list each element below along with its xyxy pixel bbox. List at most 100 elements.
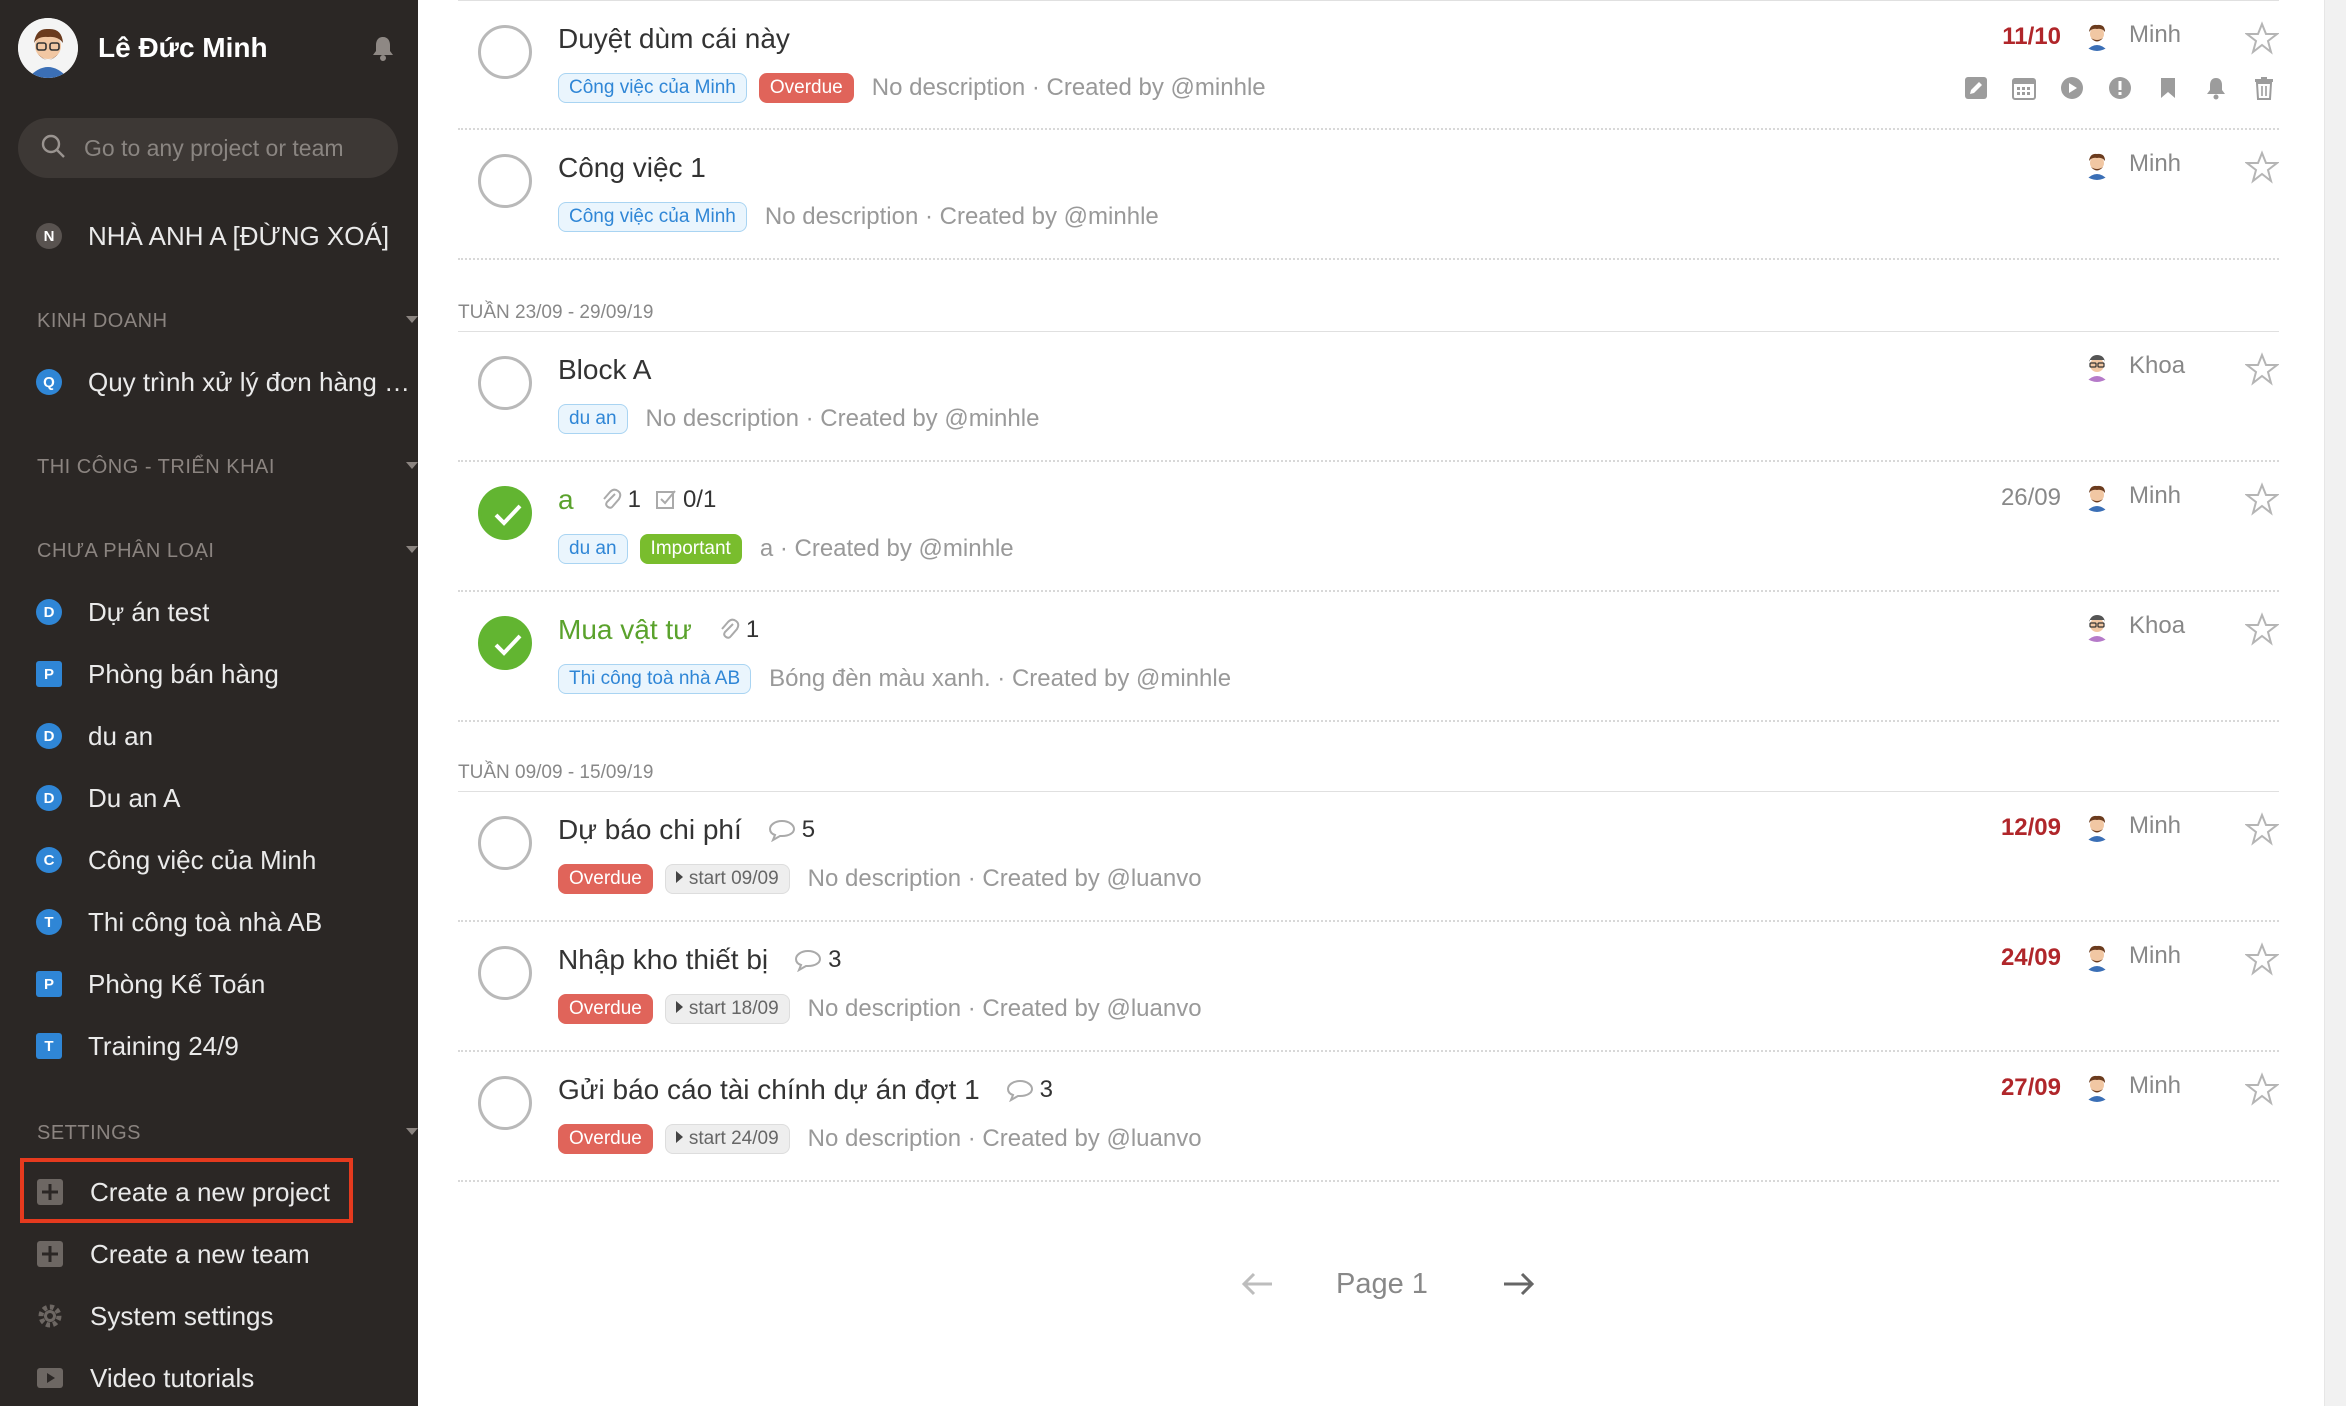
star-icon[interactable]	[2244, 352, 2280, 386]
edit-icon[interactable]	[1961, 73, 1991, 103]
complete-checkbox[interactable]	[478, 25, 532, 79]
trash-icon[interactable]	[2249, 73, 2279, 103]
task-description: No description · Created by @minhle	[645, 405, 1040, 432]
video-icon	[36, 1364, 64, 1392]
scrollbar[interactable]	[2324, 0, 2346, 1406]
task-row[interactable]: a 1 0/1 du an Important a · Created by @…	[458, 462, 2280, 592]
section-thi-cong[interactable]: THI CÔNG - TRIỂN KHAI	[37, 456, 418, 479]
next-page-arrow-icon[interactable]	[1498, 1264, 1538, 1304]
alert-icon[interactable]	[2105, 73, 2135, 103]
due-date[interactable]: 12/09	[2001, 814, 2061, 842]
important-tag: Important	[639, 534, 742, 564]
complete-checkbox[interactable]	[478, 1076, 532, 1130]
task-title[interactable]: Gửi báo cáo tài chính dự án đợt 1 3	[558, 1074, 1053, 1106]
prev-page-arrow-icon[interactable]	[1238, 1264, 1278, 1304]
sidebar-item-project[interactable]: D Dự án test	[36, 592, 418, 632]
task-row[interactable]: Block A du an No description · Created b…	[458, 332, 2280, 462]
chevron-down-icon[interactable]	[406, 546, 418, 553]
user-avatar[interactable]	[18, 18, 78, 78]
project-tag[interactable]: du an	[558, 404, 628, 434]
assignee-name: Minh	[2129, 21, 2182, 48]
due-date[interactable]: 26/09	[2001, 484, 2061, 512]
star-icon[interactable]	[2244, 21, 2280, 55]
assignee-name: Minh	[2129, 942, 2182, 969]
bell-icon[interactable]	[2201, 73, 2231, 103]
sidebar-item-top[interactable]: N NHÀ ANH A [ĐỪNG XOÁ]	[36, 216, 418, 256]
star-icon[interactable]	[2244, 812, 2280, 846]
task-row[interactable]: Mua vật tư 1 Thi công toà nhà AB Bóng đè…	[458, 592, 2280, 722]
sidebar-item-project[interactable]: P Phòng Kế Toán	[36, 964, 418, 1004]
comment-count-text: 3	[1039, 1076, 1054, 1103]
task-title[interactable]: Mua vật tư 1	[558, 614, 759, 646]
star-icon[interactable]	[2244, 482, 2280, 516]
assignee[interactable]: Minh	[2081, 480, 2193, 512]
assignee[interactable]: Minh	[2081, 19, 2193, 51]
project-tag[interactable]: Công việc của Minh	[558, 202, 747, 232]
task-row[interactable]: Nhập kho thiết bị 3 Overdue start 18/09 …	[458, 922, 2280, 1052]
sidebar-item-project[interactable]: D du an	[36, 716, 418, 756]
chevron-down-icon[interactable]	[406, 316, 418, 323]
assignee[interactable]: Khoa	[2081, 610, 2193, 642]
task-title[interactable]: Dự báo chi phí 5	[558, 814, 815, 846]
task-title[interactable]: Nhập kho thiết bị 3	[558, 944, 842, 976]
bookmark-icon[interactable]	[2153, 73, 2183, 103]
task-description: No description · Created by @luanvo	[807, 995, 1202, 1022]
task-meta: Thi công toà nhà AB Bóng đèn màu xanh. ·…	[558, 664, 1231, 694]
task-title-text: Nhập kho thiết bị	[558, 944, 769, 975]
complete-checkbox[interactable]	[478, 616, 532, 670]
chevron-down-icon[interactable]	[406, 462, 418, 469]
system-settings-button[interactable]: System settings	[36, 1296, 418, 1336]
complete-checkbox[interactable]	[478, 486, 532, 540]
star-icon[interactable]	[2244, 150, 2280, 184]
due-date[interactable]: 24/09	[2001, 944, 2061, 972]
calendar-icon[interactable]	[2009, 73, 2039, 103]
task-row[interactable]: Duyệt dùm cái này Công việc của Minh Ove…	[458, 0, 2280, 130]
task-row[interactable]: Gửi báo cáo tài chính dự án đợt 1 3 Over…	[458, 1052, 2280, 1182]
due-date[interactable]: 11/10	[2002, 23, 2061, 51]
sidebar-item-project[interactable]: C Công việc của Minh	[36, 840, 418, 880]
bell-icon[interactable]	[368, 33, 398, 63]
task-row[interactable]: Công việc 1 Công việc của Minh No descri…	[458, 130, 2280, 260]
section-title: KINH DOANH	[37, 310, 168, 332]
project-tag[interactable]: du an	[558, 534, 628, 564]
assignee-name: Khoa	[2129, 612, 2186, 639]
star-icon[interactable]	[2244, 1072, 2280, 1106]
chevron-down-icon[interactable]	[406, 1128, 418, 1135]
user-name[interactable]: Lê Đức Minh	[98, 32, 368, 64]
sidebar-item-project[interactable]: T Thi công toà nhà AB	[36, 902, 418, 942]
section-chua-phan-loai[interactable]: CHƯA PHÂN LOẠI	[37, 540, 418, 563]
task-title[interactable]: Duyệt dùm cái này	[558, 23, 790, 55]
task-title-text: Mua vật tư	[558, 614, 692, 645]
video-tutorials-button[interactable]: Video tutorials	[36, 1358, 418, 1398]
create-team-button[interactable]: Create a new team	[36, 1234, 418, 1274]
sidebar-item-project[interactable]: T Training 24/9	[36, 1026, 418, 1066]
assignee[interactable]: Minh	[2081, 1070, 2193, 1102]
section-settings[interactable]: SETTINGS	[37, 1122, 418, 1145]
complete-checkbox[interactable]	[478, 356, 532, 410]
assignee[interactable]: Minh	[2081, 148, 2193, 180]
complete-checkbox[interactable]	[478, 946, 532, 1000]
sidebar-item-project[interactable]: D Du an A	[36, 778, 418, 818]
project-tag[interactable]: Thi công toà nhà AB	[558, 664, 752, 694]
page-indicator: Page 1	[1336, 1267, 1428, 1300]
complete-checkbox[interactable]	[478, 816, 532, 870]
due-date[interactable]: 27/09	[2001, 1074, 2061, 1102]
assignee[interactable]: Khoa	[2081, 350, 2193, 382]
section-kinh-doanh[interactable]: KINH DOANH	[37, 310, 418, 333]
complete-checkbox[interactable]	[478, 154, 532, 208]
star-icon[interactable]	[2244, 942, 2280, 976]
task-title-text: Dự báo chi phí	[558, 814, 742, 845]
star-icon[interactable]	[2244, 612, 2280, 646]
task-title[interactable]: a 1 0/1	[558, 484, 716, 516]
search-input[interactable]	[84, 134, 384, 162]
task-row[interactable]: Dự báo chi phí 5 Overdue start 09/09 No …	[458, 792, 2280, 922]
sidebar-item-project[interactable]: Q Quy trình xử lý đơn hàng - Tr...	[36, 362, 418, 402]
comment-count: 3	[794, 946, 842, 974]
assignee[interactable]: Minh	[2081, 940, 2193, 972]
project-tag[interactable]: Công việc của Minh	[558, 73, 747, 103]
sidebar-item-project[interactable]: P Phòng bán hàng	[36, 654, 418, 694]
play-icon[interactable]	[2057, 73, 2087, 103]
task-title[interactable]: Công việc 1	[558, 152, 706, 184]
task-title[interactable]: Block A	[558, 354, 651, 386]
assignee[interactable]: Minh	[2081, 810, 2193, 842]
